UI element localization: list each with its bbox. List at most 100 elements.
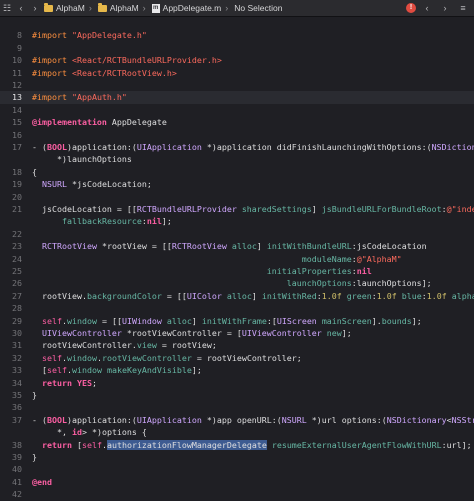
code-text: - (BOOL)application:(UIApplication *)app… — [32, 414, 474, 426]
code-token: self — [42, 315, 62, 326]
breadcrumb-file[interactable]: m AppDelegate.m — [151, 3, 221, 13]
code-line[interactable]: 23 RCTRootView *rootView = [[RCTRootView… — [0, 240, 474, 252]
code-token: NSURL — [281, 414, 307, 425]
code-line[interactable]: 41 @end — [0, 476, 474, 488]
line-number: 18 — [12, 166, 22, 177]
chevron-right-icon[interactable]: › — [438, 1, 452, 15]
code-line[interactable]: 33 [self.window makeKeyAndVisible]; — [0, 364, 474, 376]
line-number: 15 — [12, 117, 22, 128]
back-arrow-icon[interactable]: ‹ — [14, 1, 28, 15]
line-number: 39 — [12, 452, 22, 462]
code-token: window — [66, 315, 97, 326]
line-number: 35 — [12, 390, 22, 400]
line-number: 28 — [12, 303, 22, 314]
code-line[interactable]: 28 — [0, 302, 474, 314]
code-line[interactable]: 17 - (BOOL)application:(UIApplication *)a… — [0, 141, 474, 153]
code-line[interactable]: 35} — [0, 389, 474, 401]
code-token: @end — [32, 476, 52, 487]
code-line[interactable]: 24 moduleName:@"AlphaM" — [0, 253, 474, 265]
code-line[interactable]: 36 — [0, 401, 474, 413]
code-editor[interactable]: 8 #import "AppDelegate.h" 9 10 #import <Reac… — [0, 17, 474, 499]
code-token: nil — [356, 266, 372, 276]
code-token: return — [42, 439, 72, 450]
code-line[interactable]: *, id> *)options { — [0, 426, 474, 438]
code-token: RCTRootView — [42, 241, 97, 252]
code-token: blue — [401, 290, 422, 301]
code-token: rootViewController — [101, 352, 192, 363]
code-line[interactable]: 30 UIViewController *rootViewController … — [0, 327, 474, 339]
error-icon[interactable]: ! — [406, 3, 416, 13]
code-token: #import — [32, 67, 72, 78]
code-line[interactable]: *)launchOptions — [0, 153, 474, 165]
code-token: "AppDelegate.h" — [71, 30, 147, 41]
code-line[interactable]: 15 @implementation AppDelegate — [0, 116, 474, 128]
code-line[interactable]: 16 — [0, 129, 474, 141]
code-line[interactable]: fallbackResource:nil]; — [0, 215, 474, 227]
code-line[interactable]: 19 NSURL *jsCodeLocation; — [0, 178, 474, 190]
code-token: alloc — [226, 290, 252, 301]
code-token: } — [32, 390, 37, 400]
code-line[interactable]: 32 self.window.rootViewController = root… — [0, 352, 474, 364]
code-line[interactable]: 42 — [0, 488, 474, 500]
code-line[interactable]: 13 #import "AppAuth.h" — [0, 91, 474, 104]
code-token: :launchOptions]; — [351, 278, 432, 289]
code-line[interactable]: 21 jsCodeLocation = [[RCTBundleURLProvid… — [0, 203, 474, 215]
code-token: ]; — [161, 216, 172, 227]
code-token: sharedSettings — [241, 204, 312, 214]
code-line[interactable]: 9 — [0, 42, 474, 54]
related-items-icon[interactable]: ☷ — [0, 1, 14, 15]
editor-options-icon[interactable]: ≡ — [456, 1, 470, 15]
code-token: UIApplication — [136, 142, 202, 152]
code-text: } — [32, 389, 37, 401]
line-number: 23 — [12, 241, 22, 252]
code-line[interactable]: 18 { — [0, 166, 474, 178]
code-line[interactable]: 11 #import <React/RCTRootView.h> — [0, 67, 474, 79]
code-token: :jsCodeLocation — [351, 241, 427, 252]
code-token: rootView. — [32, 290, 87, 301]
code-token: NSDictionary — [386, 414, 447, 425]
code-line[interactable]: 22 — [0, 228, 474, 240]
code-text: UIViewController *rootViewController = [… — [32, 327, 352, 339]
breadcrumb-project[interactable]: AlphaM — [44, 2, 85, 13]
code-line[interactable] — [0, 17, 474, 29]
code-text: RCTRootView *rootView = [[RCTRootView al… — [32, 240, 427, 252]
breadcrumb-group[interactable]: AlphaM — [97, 2, 139, 13]
code-line[interactable]: 34 return YES; — [0, 377, 474, 389]
code-line[interactable]: 10 #import <React/RCTBundleURLProvider.h> — [0, 54, 474, 66]
forward-arrow-icon[interactable]: › — [28, 1, 42, 15]
code-line[interactable]: 25 initialProperties:nil — [0, 265, 474, 277]
code-line[interactable]: 14 — [0, 104, 474, 116]
code-text: return [self.authorizationFlowManagerDel… — [32, 439, 472, 451]
code-token: 1.0f — [321, 290, 342, 301]
breadcrumb-symbol[interactable]: No Selection — [234, 3, 282, 13]
code-token: YES — [76, 377, 92, 388]
chevron-left-icon[interactable]: ‹ — [420, 1, 434, 15]
code-line[interactable]: 37 - (BOOL)application:(UIApplication *)a… — [0, 414, 474, 426]
code-line[interactable]: 29 self.window = [[UIWindow alloc] initW… — [0, 315, 474, 327]
breadcrumb-label: AlphaM — [56, 3, 85, 13]
code-token: = rootViewController; — [191, 352, 302, 363]
code-token: ] — [311, 204, 322, 214]
code-line[interactable]: 8 #import "AppDelegate.h" — [0, 29, 474, 41]
code-line[interactable]: 27 rootView.backgroundColor = [[UIColor … — [0, 290, 474, 302]
code-token: moduleName — [301, 253, 352, 264]
code-line[interactable]: 26 launchOptions:launchOptions]; — [0, 277, 474, 289]
line-number: 10 — [12, 55, 22, 66]
code-token: { — [32, 166, 37, 177]
code-token: ]; — [411, 315, 422, 326]
code-line[interactable]: 12 — [0, 79, 474, 91]
code-line[interactable]: 31 rootViewController.view = rootView; — [0, 339, 474, 351]
line-number: 34 — [12, 377, 22, 388]
code-line[interactable]: 38 return [self.authorizationFlowManager… — [0, 439, 474, 451]
code-token: #import — [32, 92, 72, 103]
code-token: self — [42, 352, 62, 363]
line-number: 29 — [12, 315, 22, 326]
code-line[interactable]: 40 — [0, 463, 474, 475]
code-text: launchOptions:launchOptions]; — [32, 277, 432, 289]
code-line[interactable]: 20 — [0, 191, 474, 203]
code-line[interactable]: 39} — [0, 451, 474, 463]
